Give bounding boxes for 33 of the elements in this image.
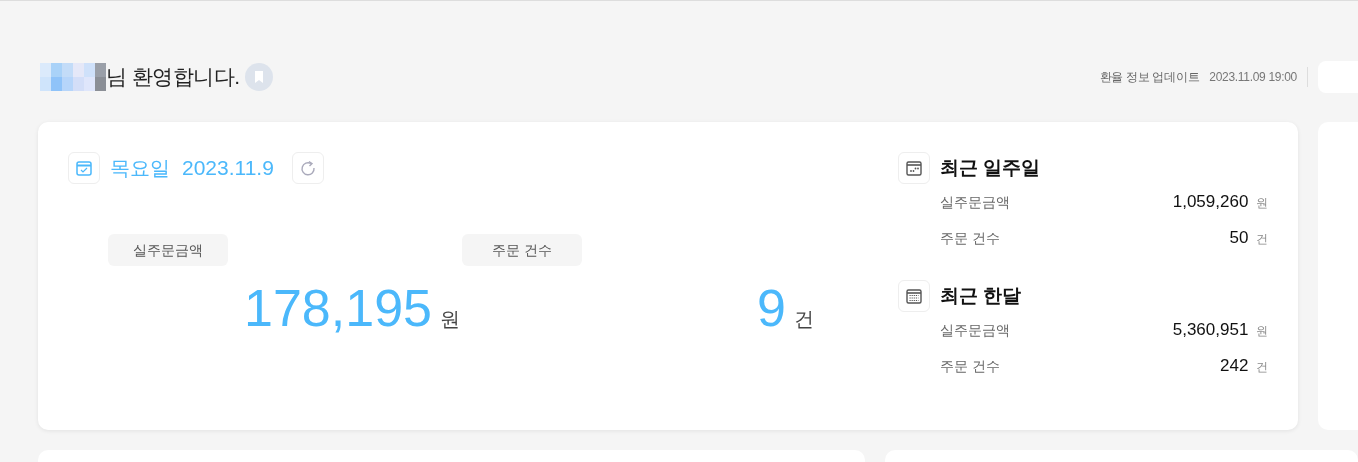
row-label: 실주문금액 <box>940 192 1010 212</box>
date-text: 2023.11.9 <box>182 155 274 182</box>
blurred-name <box>40 63 106 91</box>
row-label: 실주문금액 <box>940 320 1010 340</box>
calendar-icon <box>898 152 930 184</box>
row-value: 5,360,951 <box>1172 319 1249 342</box>
bookmark-button[interactable] <box>245 63 274 91</box>
stat-label: 주문 건수 <box>462 234 582 266</box>
row-label: 주문 건수 <box>940 356 1000 376</box>
calendar-icon <box>68 152 100 184</box>
stat-value: 178,195 <box>244 280 432 336</box>
stat-label: 실주문금액 <box>108 234 228 266</box>
weekday-text: 목요일 <box>110 156 170 181</box>
welcome-text: 님 환영합니다. <box>106 64 240 91</box>
stat-value: 9 <box>757 280 786 336</box>
row-value: 50 <box>1229 227 1249 250</box>
section-title: 최근 일주일 <box>940 155 1041 180</box>
row-value: 242 <box>1220 355 1249 378</box>
unit-text: 건 <box>1256 231 1269 249</box>
calendar-icon <box>898 280 930 312</box>
section-title: 최근 한달 <box>940 283 1022 308</box>
row-value: 1,059,260 <box>1172 191 1249 214</box>
unit-text: 원 <box>440 307 460 332</box>
exchange-update-label: 환율 정보 업데이트 <box>1099 69 1200 86</box>
exchange-update-time: 2023.11.09 19:00 <box>1209 69 1297 86</box>
refresh-icon <box>298 159 317 177</box>
bookmark-icon <box>254 70 265 84</box>
unit-text: 원 <box>1256 195 1269 213</box>
unit-text: 원 <box>1256 323 1269 341</box>
unit-text: 건 <box>794 307 814 332</box>
unit-text: 건 <box>1256 359 1269 377</box>
row-label: 주문 건수 <box>940 228 1000 248</box>
refresh-button[interactable] <box>291 152 324 184</box>
